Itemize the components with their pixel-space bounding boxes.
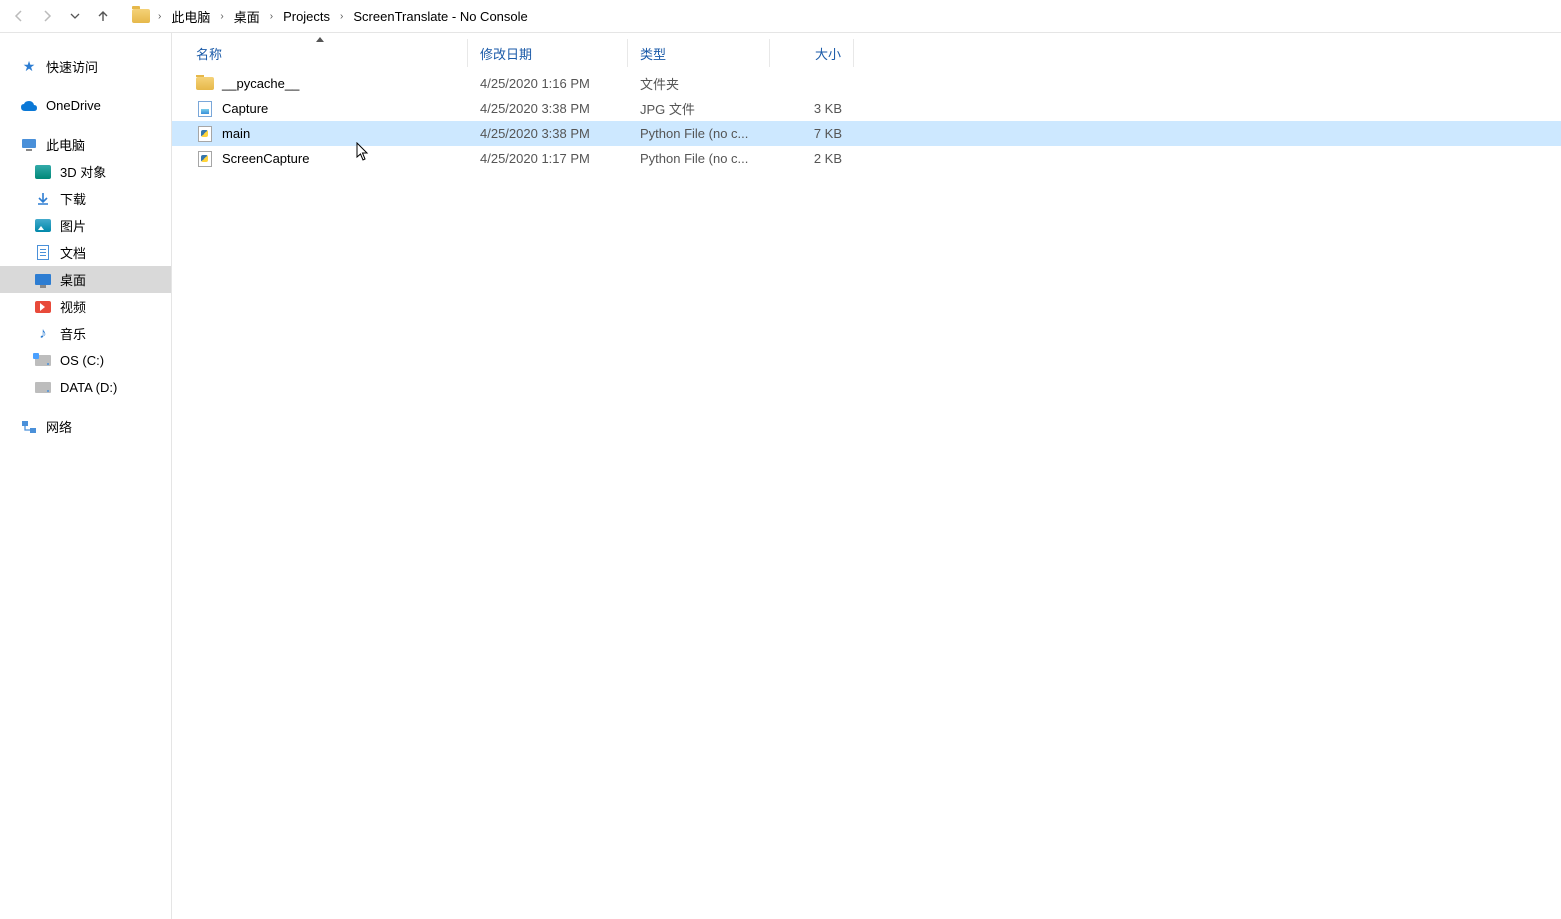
nav-label: 3D 对象 <box>60 162 106 181</box>
file-size-cell: 3 KB <box>770 101 854 116</box>
nav-label: 网络 <box>46 417 72 436</box>
column-name[interactable]: 名称 <box>172 39 468 67</box>
nav-label: 文档 <box>60 243 86 262</box>
nav-label: 音乐 <box>60 324 86 343</box>
file-name-cell: main <box>172 125 468 143</box>
cube-icon <box>34 163 52 181</box>
nav-label: 桌面 <box>60 270 86 289</box>
navigation-pane: ★ 快速访问 OneDrive 此电脑 3D 对象 <box>0 33 172 919</box>
chevron-right-icon[interactable]: › <box>218 11 225 22</box>
nav-network[interactable]: 网络 <box>0 413 171 440</box>
chevron-right-icon[interactable]: › <box>338 11 345 22</box>
file-name: main <box>222 126 250 141</box>
column-label: 名称 <box>196 44 222 63</box>
nav-desktop[interactable]: 桌面 <box>0 266 171 293</box>
column-size[interactable]: 大小 <box>770 39 854 67</box>
file-name-cell: ScreenCapture <box>172 150 468 168</box>
video-icon <box>34 298 52 316</box>
back-button[interactable] <box>8 5 30 27</box>
python-file-icon <box>196 150 214 168</box>
picture-icon <box>34 217 52 235</box>
nav-label: OneDrive <box>46 98 101 113</box>
document-icon <box>34 244 52 262</box>
file-name: __pycache__ <box>222 76 299 91</box>
folder-icon <box>132 9 150 23</box>
desktop-icon <box>34 271 52 289</box>
address-bar: › 此电脑 › 桌面 › Projects › ScreenTranslate … <box>0 0 1561 33</box>
nav-this-pc[interactable]: 此电脑 <box>0 131 171 158</box>
nav-pictures[interactable]: 图片 <box>0 212 171 239</box>
column-label: 修改日期 <box>480 44 532 63</box>
folder-icon <box>196 75 214 93</box>
nav-label: OS (C:) <box>60 353 104 368</box>
drive-icon <box>34 352 52 370</box>
nav-onedrive[interactable]: OneDrive <box>0 92 171 119</box>
pin-icon: ★ <box>20 58 38 76</box>
nav-downloads[interactable]: 下载 <box>0 185 171 212</box>
breadcrumb[interactable]: › 此电脑 › 桌面 › Projects › ScreenTranslate … <box>132 3 530 30</box>
nav-label: 此电脑 <box>46 135 85 154</box>
nav-label: DATA (D:) <box>60 380 117 395</box>
nav-videos[interactable]: 视频 <box>0 293 171 320</box>
pc-icon <box>20 136 38 154</box>
nav-quick-access[interactable]: ★ 快速访问 <box>0 53 171 80</box>
breadcrumb-segment[interactable]: Projects <box>281 5 332 28</box>
drive-icon <box>34 379 52 397</box>
file-size-cell: 2 KB <box>770 151 854 166</box>
nav-drive-c[interactable]: OS (C:) <box>0 347 171 374</box>
file-type-cell: Python File (no c... <box>628 151 770 166</box>
nav-3d-objects[interactable]: 3D 对象 <box>0 158 171 185</box>
file-row[interactable]: __pycache__ 4/25/2020 1:16 PM文件夹 <box>172 71 1561 96</box>
file-row[interactable]: main 4/25/2020 3:38 PMPython File (no c..… <box>172 121 1561 146</box>
recent-dropdown-button[interactable] <box>64 5 86 27</box>
file-name: ScreenCapture <box>222 151 309 166</box>
file-date-cell: 4/25/2020 1:17 PM <box>468 151 628 166</box>
breadcrumb-segment[interactable]: 此电脑 <box>169 3 212 30</box>
file-row[interactable]: Capture 4/25/2020 3:38 PMJPG 文件3 KB <box>172 96 1561 121</box>
file-row[interactable]: ScreenCapture 4/25/2020 1:17 PMPython Fil… <box>172 146 1561 171</box>
nav-label: 图片 <box>60 216 86 235</box>
column-label: 类型 <box>640 44 666 63</box>
file-name-cell: __pycache__ <box>172 75 468 93</box>
nav-label: 视频 <box>60 297 86 316</box>
file-type-cell: Python File (no c... <box>628 126 770 141</box>
file-size-cell: 7 KB <box>770 126 854 141</box>
column-type[interactable]: 类型 <box>628 39 770 67</box>
column-date[interactable]: 修改日期 <box>468 39 628 67</box>
nav-drive-d[interactable]: DATA (D:) <box>0 374 171 401</box>
nav-label: 快速访问 <box>46 57 98 76</box>
nav-label: 下载 <box>60 189 86 208</box>
image-file-icon <box>196 100 214 118</box>
file-date-cell: 4/25/2020 1:16 PM <box>468 76 628 91</box>
download-icon <box>34 190 52 208</box>
python-file-icon <box>196 125 214 143</box>
file-list-pane: 名称 修改日期 类型 大小 __pycache__ 4/25/2020 1:16 … <box>172 33 1561 919</box>
cloud-icon <box>20 97 38 115</box>
nav-documents[interactable]: 文档 <box>0 239 171 266</box>
sort-ascending-icon <box>316 37 324 42</box>
column-label: 大小 <box>815 44 841 63</box>
file-name: Capture <box>222 101 268 116</box>
breadcrumb-segment[interactable]: 桌面 <box>232 3 262 30</box>
file-type-cell: 文件夹 <box>628 74 770 93</box>
file-date-cell: 4/25/2020 3:38 PM <box>468 126 628 141</box>
file-date-cell: 4/25/2020 3:38 PM <box>468 101 628 116</box>
file-type-cell: JPG 文件 <box>628 99 770 118</box>
forward-button[interactable] <box>36 5 58 27</box>
file-rows: __pycache__ 4/25/2020 1:16 PM文件夹 Capture 4/… <box>172 67 1561 171</box>
nav-music[interactable]: ♪ 音乐 <box>0 320 171 347</box>
music-icon: ♪ <box>34 325 52 343</box>
chevron-right-icon[interactable]: › <box>156 11 163 22</box>
column-headers: 名称 修改日期 类型 大小 <box>172 39 1561 67</box>
chevron-right-icon[interactable]: › <box>268 11 275 22</box>
up-button[interactable] <box>92 5 114 27</box>
file-name-cell: Capture <box>172 100 468 118</box>
network-icon <box>20 418 38 436</box>
breadcrumb-segment[interactable]: ScreenTranslate - No Console <box>351 5 529 28</box>
